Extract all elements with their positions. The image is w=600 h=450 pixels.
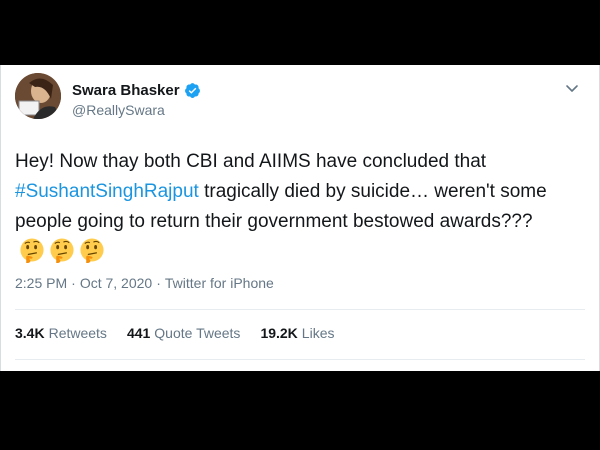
meta-separator: · <box>71 275 76 291</box>
retweets-label: Retweets <box>48 325 107 341</box>
tweet-text: Hey! Now thay both CBI and AIIMS have co… <box>15 147 590 269</box>
retweets-count: 3.4K <box>15 325 45 341</box>
avatar-image <box>15 73 61 119</box>
hashtag-link[interactable]: #SushantSinghRajput <box>15 181 199 202</box>
tweet-text-part1: Hey! Now thay both CBI and AIIMS have co… <box>15 151 487 172</box>
retweets-stat[interactable]: 3.4K Retweets <box>15 325 107 341</box>
likes-count: 19.2K <box>260 325 298 341</box>
tweet-date[interactable]: Oct 7, 2020 <box>80 275 152 291</box>
verified-badge-icon <box>184 83 200 98</box>
likes-label: Likes <box>301 325 335 341</box>
thinking-face-icon <box>80 238 104 263</box>
tweet-meta: 2:25 PM · Oct 7, 2020 · Twitter for iPho… <box>15 275 274 291</box>
emoji-group <box>19 237 105 263</box>
tweet-source-link[interactable]: Twitter for iPhone <box>165 275 274 291</box>
author-name[interactable]: Swara Bhasker <box>72 82 180 99</box>
avatar[interactable] <box>15 73 61 119</box>
likes-stat[interactable]: 19.2K Likes <box>260 325 334 341</box>
thinking-face-icon <box>50 238 74 263</box>
tweet-time[interactable]: 2:25 PM <box>15 275 67 291</box>
quote-tweets-count: 441 <box>126 325 151 341</box>
tweet-card: Swara Bhasker @ReallySwara Hey! Now thay… <box>0 65 600 371</box>
thinking-face-icon <box>20 238 44 263</box>
author-name-row[interactable]: Swara Bhasker <box>72 82 201 99</box>
engagement-stats: 3.4K Retweets 441 Quote Tweets 19.2K Likes <box>15 325 334 341</box>
divider-bottom <box>15 359 585 360</box>
quote-tweets-stat[interactable]: 441 Quote Tweets <box>127 325 241 341</box>
meta-separator: · <box>156 275 161 291</box>
quote-tweets-label: Quote Tweets <box>154 325 241 341</box>
chevron-down-icon[interactable] <box>565 81 579 95</box>
author-handle[interactable]: @ReallySwara <box>72 102 165 118</box>
divider-top <box>15 309 585 310</box>
